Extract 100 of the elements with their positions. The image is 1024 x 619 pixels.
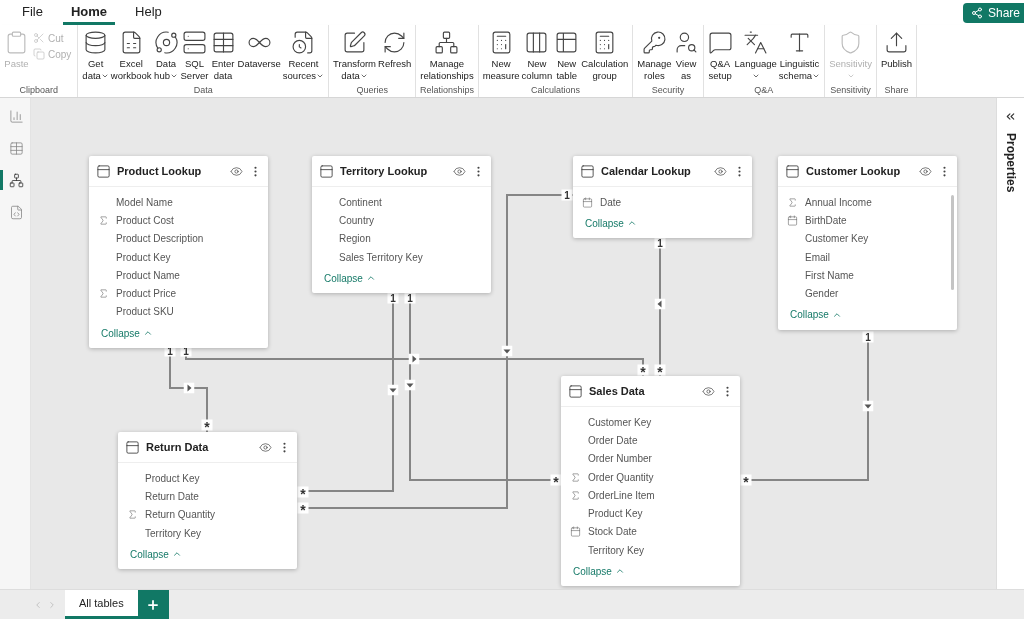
ribbon-button[interactable]: Transform data [332, 30, 378, 82]
cardinality-label: * [297, 486, 309, 498]
scissors-icon [33, 32, 45, 44]
ribbon-button[interactable]: SQL Server [179, 30, 210, 82]
column-name[interactable]: Product Description [116, 233, 204, 245]
ribbon-button[interactable]: Data hub [152, 30, 180, 82]
share-button[interactable]: Share [962, 3, 1024, 23]
column-name[interactable]: OrderLine Item [588, 489, 655, 501]
ribbon-button[interactable]: New measure [481, 30, 521, 82]
ribbon-button[interactable]: Recent sources [281, 30, 326, 82]
column-name[interactable]: Product Cost [116, 214, 174, 226]
table-icon [785, 163, 800, 179]
eye-icon[interactable] [230, 164, 243, 178]
table-view-icon [9, 140, 24, 156]
table-card[interactable]: Territory Lookup Continent Country Region Sales Territory Key Collapse [312, 156, 491, 294]
page-tab[interactable]: All tables [65, 590, 138, 619]
scrollbar[interactable] [951, 195, 954, 290]
column-name[interactable]: Return Date [145, 490, 199, 502]
table-icon [96, 163, 111, 179]
column-name[interactable]: Product SKU [116, 306, 174, 318]
column-name[interactable]: Order Date [588, 434, 638, 446]
table-card[interactable]: Sales Data Customer Key Order Date Order Number Order Quantity OrderLine Item Product Key Stock Date Territory Key Collapse [561, 376, 740, 587]
ribbon-button[interactable]: Dataverse [236, 30, 282, 70]
menu-tab[interactable]: File [14, 0, 51, 25]
caret-icon [812, 72, 821, 80]
report-view-icon [9, 108, 24, 124]
collapse-link[interactable]: Collapse [95, 323, 159, 344]
eye-icon[interactable] [259, 440, 272, 454]
cardinality-label: 1 [862, 331, 874, 343]
key-icon [641, 30, 667, 55]
column-name[interactable]: Continent [339, 196, 382, 208]
table-name: Return Data [146, 441, 210, 453]
group-label: Clipboard [18, 85, 59, 97]
column-name[interactable]: Order Quantity [588, 471, 654, 483]
collapse-link[interactable]: Collapse [318, 268, 382, 289]
ribbon-button[interactable]: Get data [81, 30, 110, 82]
column-name[interactable]: Territory Key [145, 527, 202, 539]
table-card[interactable]: Customer Lookup Annual Income BirthDate Customer Key Email First Name Gender Collapse [778, 156, 957, 330]
ribbon-button[interactable]: Linguistic schema [777, 30, 822, 82]
sigma-icon [98, 288, 109, 300]
column-name[interactable]: Product Price [116, 288, 177, 300]
ribbon-button[interactable]: Enter data [209, 30, 237, 82]
table-name: Customer Lookup [806, 165, 902, 177]
collapse-link[interactable]: Collapse [784, 304, 848, 325]
eye-icon[interactable] [702, 384, 715, 398]
ribbon-button[interactable]: Publish [879, 30, 914, 70]
column-name[interactable]: Return Quantity [145, 509, 216, 521]
ribbon-button[interactable]: New table [553, 30, 581, 82]
eye-icon[interactable] [919, 164, 932, 178]
column-name[interactable]: Customer Key [588, 416, 652, 428]
ribbon-button[interactable]: Manage relationships [419, 30, 475, 82]
column-name[interactable]: Product Name [116, 269, 180, 281]
ribbon-button[interactable]: Calculation group [580, 30, 630, 82]
expand-icon[interactable] [1004, 110, 1017, 123]
caret-icon [751, 72, 760, 80]
column-name[interactable]: BirthDate [805, 214, 847, 226]
eye-icon[interactable] [714, 164, 727, 178]
column-name[interactable]: Customer Key [805, 233, 869, 245]
cardinality-label: * [637, 364, 649, 376]
column-name[interactable]: Country [339, 214, 374, 226]
collapse-link[interactable]: Collapse [124, 544, 188, 565]
collapse-link[interactable]: Collapse [567, 561, 631, 582]
column-name[interactable]: First Name [805, 269, 854, 281]
group-label: Share [883, 85, 910, 97]
eye-icon[interactable] [453, 164, 466, 178]
column-name[interactable]: Territory Key [588, 544, 645, 556]
column-name[interactable]: Model Name [116, 196, 173, 208]
group-label: Security [650, 85, 686, 97]
ribbon-button[interactable]: Manage roles [636, 30, 673, 82]
ribbon-button[interactable]: Refresh [377, 30, 413, 70]
ribbon-button[interactable]: View as [672, 30, 700, 82]
column-name[interactable]: Annual Income [805, 196, 872, 208]
column-name[interactable]: Gender [805, 288, 839, 300]
ribbon-button[interactable]: Q&A setup [706, 30, 734, 82]
sigma-icon [98, 214, 109, 226]
sigma-icon [787, 196, 798, 208]
ribbon-button[interactable]: Language [733, 30, 778, 80]
add-page-button[interactable] [137, 590, 169, 619]
table-card[interactable]: Product Lookup Model Name Product Cost Product Description Product Key Product Name Product Price Product SKU Collapse [89, 156, 268, 349]
calendar-icon [582, 196, 593, 208]
ribbon-button[interactable]: Excel workbook [109, 30, 153, 82]
collapse-link[interactable]: Collapse [579, 213, 643, 234]
column-name[interactable]: Email [805, 251, 830, 263]
column-name[interactable]: Order Number [588, 453, 652, 465]
database-icon [83, 30, 109, 55]
ribbon-button[interactable]: New column [520, 30, 554, 82]
menu-tab[interactable]: Help [127, 0, 170, 25]
column-name[interactable]: Region [339, 233, 371, 245]
cardinality-label: * [654, 364, 666, 376]
column-name[interactable]: Product Key [588, 508, 643, 520]
column-name[interactable]: Product Key [145, 472, 200, 484]
column-name[interactable]: Date [600, 196, 622, 208]
caret-icon [846, 72, 855, 80]
group-label: Sensitivity [829, 85, 872, 97]
table-card[interactable]: Calendar Lookup Date Collapse [573, 156, 752, 239]
user-search-icon [673, 30, 699, 55]
column-name[interactable]: Sales Territory Key [339, 251, 423, 263]
column-name[interactable]: Product Key [116, 251, 171, 263]
table-card[interactable]: Return Data Product Key Return Date Return Quantity Territory Key Collapse [118, 432, 297, 570]
column-name[interactable]: Stock Date [588, 526, 637, 538]
